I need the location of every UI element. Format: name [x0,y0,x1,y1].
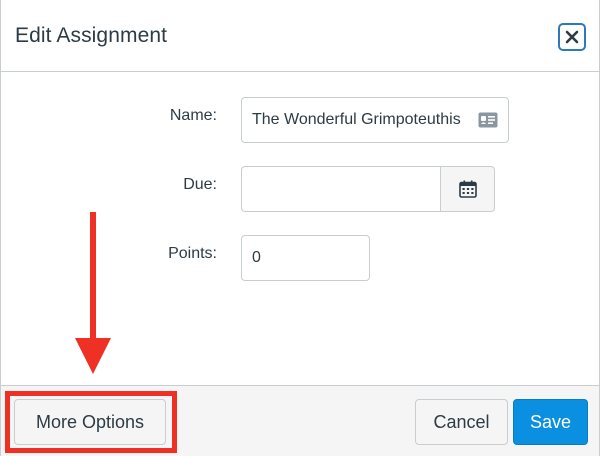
contact-card-icon [478,112,498,128]
calendar-icon [458,180,477,198]
cancel-button[interactable]: Cancel [415,399,508,445]
name-label: Name: [169,107,217,124]
dialog-header: Edit Assignment [1,0,599,72]
calendar-button[interactable] [440,166,495,212]
edit-assignment-dialog: Edit Assignment Name: The Wonderful Grim… [0,0,600,456]
due-date-input[interactable] [241,166,441,212]
due-label: Due: [183,176,217,193]
highlight-box [5,391,177,453]
close-icon [565,30,579,44]
due-date-field [241,166,495,212]
points-label: Points: [168,245,217,262]
save-button[interactable]: Save [513,399,588,445]
name-input-value: The Wonderful Grimpoteuthis [252,111,461,128]
points-input-value: 0 [252,249,261,266]
close-button[interactable] [558,23,586,51]
name-input[interactable]: The Wonderful Grimpoteuthis [241,97,509,143]
arrow-down-icon [71,212,115,381]
dialog-footer: More Options Cancel Save [1,385,599,456]
points-input[interactable]: 0 [241,235,370,281]
dialog-title: Edit Assignment [15,24,168,47]
